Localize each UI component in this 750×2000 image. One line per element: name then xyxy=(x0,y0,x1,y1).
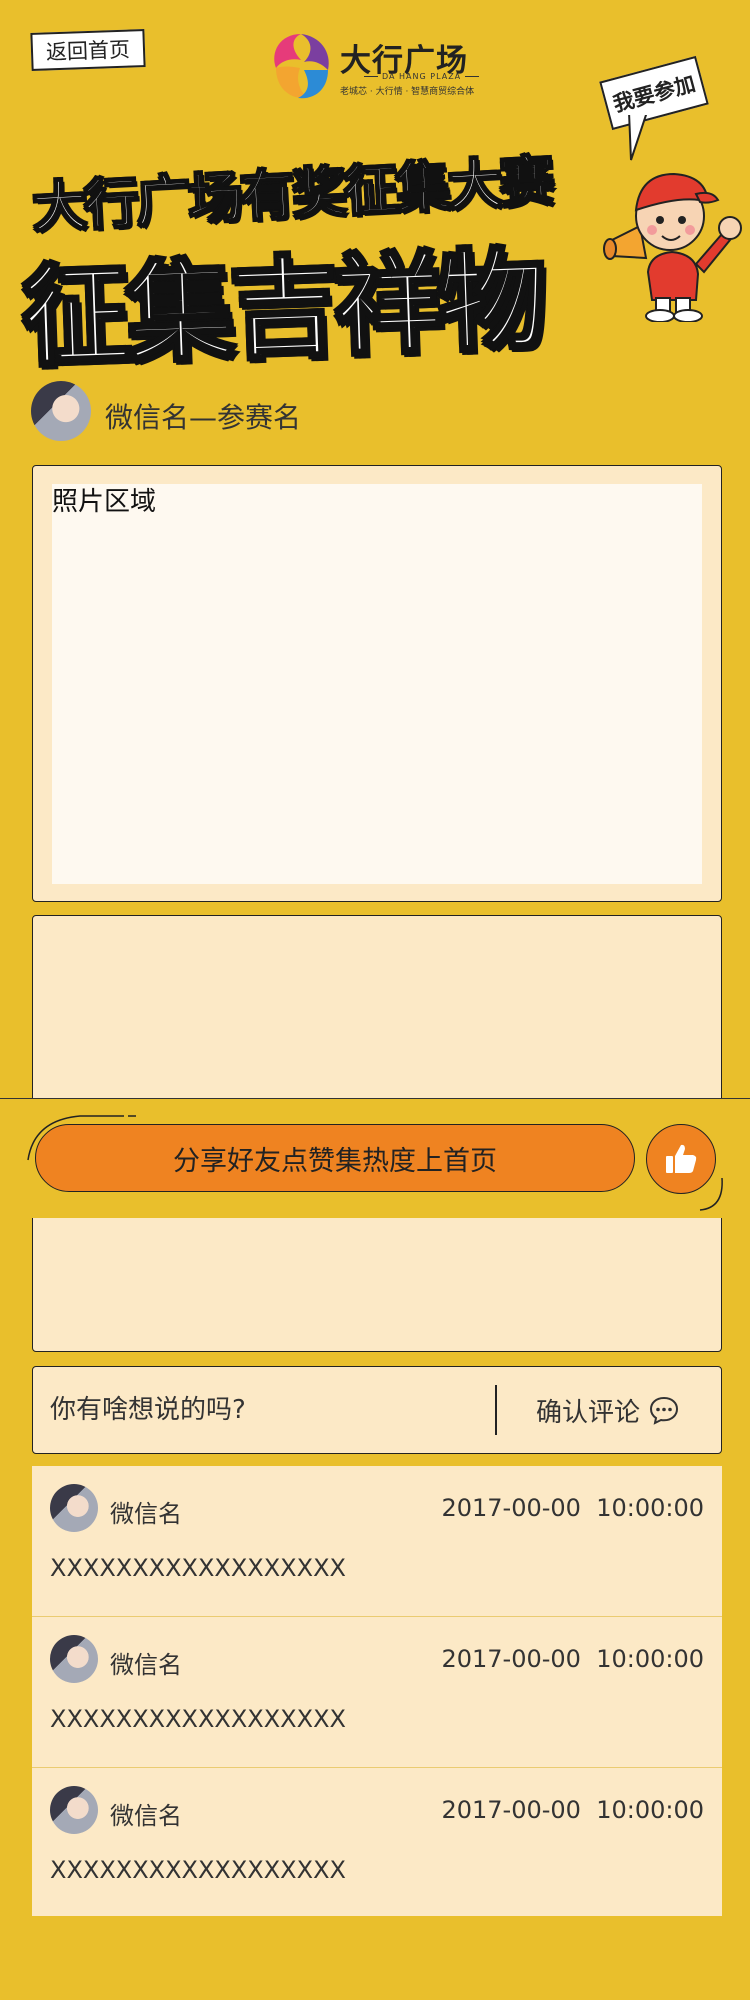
entry-title: 微信名—参赛名 xyxy=(105,401,302,434)
like-button[interactable] xyxy=(646,1124,716,1194)
divider xyxy=(495,1385,497,1435)
comment-text: XXXXXXXXXXXXXXXXXX xyxy=(50,1705,346,1733)
thumbs-up-icon xyxy=(666,1144,697,1173)
comment-item: 微信名 2017-00-00 10:00:00 XXXXXXXXXXXXXXXX… xyxy=(32,1617,722,1768)
comment-item: 微信名 2017-00-00 10:00:00 XXXXXXXXXXXXXXXX… xyxy=(32,1466,722,1617)
confirm-comment-label: 确认评论 xyxy=(536,1397,641,1428)
logo-subtitle: DA HANG PLAZA xyxy=(360,72,483,81)
avatar xyxy=(50,1786,98,1834)
comment-author: 微信名 xyxy=(110,1500,182,1528)
speech-bubble-icon xyxy=(650,1396,679,1425)
photo-label: 照片区域 xyxy=(52,487,157,517)
comment-text: XXXXXXXXXXXXXXXXXX xyxy=(50,1554,346,1582)
comment-input[interactable] xyxy=(50,1382,480,1438)
banner-title: 征集吉祥物 xyxy=(19,236,546,382)
mascot-illustration-icon xyxy=(603,172,742,322)
comment-time: 2017-00-00 10:00:00 xyxy=(441,1494,704,1522)
share-button[interactable]: 分享好友点赞集热度上首页 xyxy=(35,1124,635,1192)
photo-area xyxy=(52,484,702,884)
comment-list: 微信名 2017-00-00 10:00:00 XXXXXXXXXXXXXXXX… xyxy=(32,1466,722,1916)
avatar xyxy=(50,1484,98,1532)
comment-time: 2017-00-00 10:00:00 xyxy=(441,1645,704,1673)
comment-text: XXXXXXXXXXXXXXXXXX xyxy=(50,1856,346,1884)
avatar xyxy=(50,1635,98,1683)
logo-tagline: 老城芯 · 大行情 · 智慧商贸综合体 xyxy=(340,87,475,97)
bubble-tail-icon xyxy=(627,110,650,161)
comment-time: 2017-00-00 10:00:00 xyxy=(441,1796,704,1824)
confirm-comment-button[interactable]: 确认评论 xyxy=(536,1390,680,1430)
comment-author: 微信名 xyxy=(110,1651,182,1679)
logo: 大行广场 DA HANG PLAZA 老城芯 · 大行情 · 智慧商贸综合体 xyxy=(268,30,488,102)
comment-item: 微信名 2017-00-00 10:00:00 XXXXXXXXXXXXXXXX… xyxy=(32,1768,722,1919)
back-home-button[interactable]: 返回首页 xyxy=(30,29,146,71)
avatar xyxy=(31,381,91,441)
comment-author: 微信名 xyxy=(110,1802,182,1830)
logo-mark-icon xyxy=(274,34,329,99)
